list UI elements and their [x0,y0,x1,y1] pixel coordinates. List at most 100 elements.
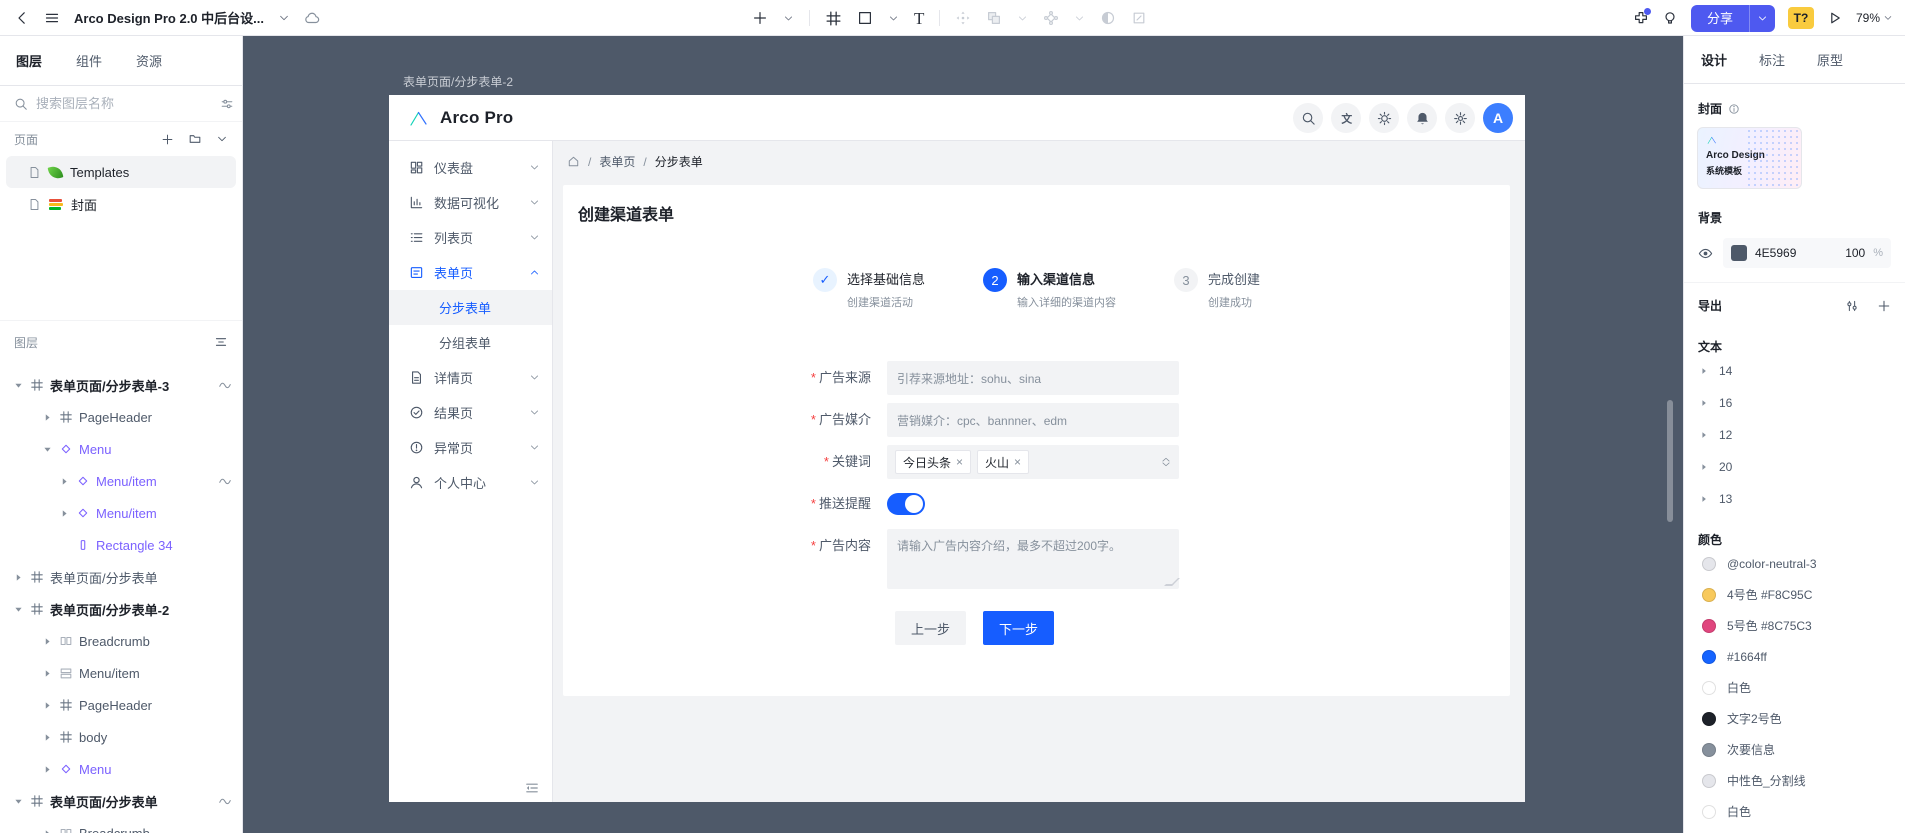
title-dropdown-icon[interactable] [278,12,290,24]
canvas-scrollbar[interactable] [1667,400,1673,522]
color-row[interactable]: 4号色 #F8C95C [1684,579,1905,610]
mock-language-icon[interactable]: 文 [1331,103,1361,133]
mock-menu-group-form[interactable]: 分组表单 [389,325,552,360]
ad-medium-input[interactable]: 营销媒介：cpc、bannner、edm [887,403,1179,437]
filter-icon[interactable] [220,97,234,111]
keyword-tag[interactable]: 今日头条× [895,450,971,474]
step-3[interactable]: 3 完成创建 创建成功 [1174,268,1260,310]
mock-theme-icon[interactable] [1369,103,1399,133]
step-1[interactable]: ✓ 选择基础信息 创建渠道活动 [813,268,925,310]
main-menu-icon[interactable] [44,10,60,26]
boolean-tool-icon[interactable] [986,10,1002,26]
mock-settings-icon[interactable] [1445,103,1475,133]
design-canvas[interactable]: 表单页面/分步表单-2 Arco Pro 文 A 仪表盘 数据可视化 [243,36,1683,833]
tag-close-icon[interactable]: × [956,455,963,469]
breadcrumb-item[interactable]: 分步表单 [655,153,703,170]
cloud-sync-icon[interactable] [304,10,320,26]
collapse-layers-icon[interactable] [214,335,228,349]
tab-prototype[interactable]: 原型 [1817,50,1843,69]
mock-menu-dataviz[interactable]: 数据可视化 [389,185,552,220]
text-size-row[interactable]: 20 [1684,451,1905,483]
mock-menu-form[interactable]: 表单页 [389,255,552,290]
share-dropdown-icon[interactable] [1749,5,1775,32]
home-icon[interactable] [567,155,580,168]
color-row[interactable]: 中性色_分割线 [1684,765,1905,796]
layer-row[interactable]: 表单页面/分步表单-3 [0,369,242,401]
mock-avatar[interactable]: A [1483,103,1513,133]
mock-menu-dashboard[interactable]: 仪表盘 [389,150,552,185]
layer-row[interactable]: Menu/item [0,497,242,529]
tab-design[interactable]: 设计 [1701,50,1727,69]
ad-content-textarea[interactable]: 请输入广告内容介绍，最多不超过200字。 [887,529,1179,589]
add-page-icon[interactable] [161,133,174,146]
keyword-tag[interactable]: 火山× [977,450,1029,474]
tab-components[interactable]: 组件 [76,51,102,70]
crop-tool-icon[interactable] [1131,10,1147,26]
prev-step-button[interactable]: 上一步 [895,611,966,645]
color-row[interactable]: 次要信息 [1684,734,1905,765]
layer-row[interactable]: PageHeader [0,689,242,721]
page-item-cover[interactable]: 封面 [6,188,236,220]
layer-row[interactable]: Rectangle 34 [0,529,242,561]
layer-row[interactable]: Breadcrumb [0,625,242,657]
mask-tool-icon[interactable] [1100,10,1116,26]
layer-row[interactable]: Menu/item [0,465,242,497]
export-settings-icon[interactable] [1845,299,1859,313]
text-size-row[interactable]: 16 [1684,387,1905,419]
visibility-eye-icon[interactable] [1698,246,1713,261]
pages-collapse-icon[interactable] [216,133,228,145]
search-input[interactable] [36,96,212,111]
resize-handle[interactable] [1164,578,1180,586]
insert-tool-icon[interactable] [752,10,768,26]
tag-close-icon[interactable]: × [1014,455,1021,469]
frame-tool-icon[interactable] [825,10,842,27]
color-row[interactable]: 白色 [1684,672,1905,703]
layer-row[interactable]: Breadcrumb [0,817,242,833]
mock-bell-icon[interactable] [1407,103,1437,133]
component-tool-icon[interactable] [1043,10,1059,26]
add-export-icon[interactable] [1877,299,1891,313]
boolean-dropdown-icon[interactable] [1017,13,1028,24]
back-icon[interactable] [14,10,30,26]
page-folder-icon[interactable] [188,132,202,146]
move-tool-icon[interactable] [955,10,971,26]
color-row[interactable]: #1664ff [1684,641,1905,672]
tag-expand-icon[interactable] [1161,457,1171,467]
mock-menu-user-center[interactable]: 个人中心 [389,465,552,500]
document-title[interactable]: Arco Design Pro 2.0 中后台设... [74,8,264,27]
text-size-row[interactable]: 12 [1684,419,1905,451]
text-tool-icon[interactable]: T [914,10,924,27]
breadcrumb-item[interactable]: 表单页 [599,153,635,170]
zoom-control[interactable]: 79% [1856,11,1893,25]
page-item-templates[interactable]: Templates [6,156,236,188]
mock-search-icon[interactable] [1293,103,1323,133]
insert-tool-dropdown-icon[interactable] [783,13,794,24]
user-avatar-badge[interactable]: T? [1788,7,1814,29]
cover-thumbnail[interactable]: Arco Design 系统模板 [1697,127,1802,189]
text-size-row[interactable]: 13 [1684,483,1905,515]
text-size-row[interactable]: 14 [1684,355,1905,387]
design-frame[interactable]: Arco Pro 文 A 仪表盘 数据可视化 列表页 表单页 分步表单 分组表单… [389,95,1525,802]
mock-menu-list[interactable]: 列表页 [389,220,552,255]
color-row[interactable]: 白色 [1684,796,1905,827]
color-hex-value[interactable]: 4E5969 [1755,246,1837,260]
info-icon[interactable] [1728,103,1740,115]
ad-source-input[interactable]: 引荐来源地址：sohu、sina [887,361,1179,395]
step-2[interactable]: 2 输入渠道信息 输入详细的渠道内容 [983,268,1116,310]
shape-tool-dropdown-icon[interactable] [888,13,899,24]
layer-row[interactable]: PageHeader [0,401,242,433]
layer-row[interactable]: body [0,721,242,753]
frame-label[interactable]: 表单页面/分步表单-2 [403,73,513,90]
tab-layers[interactable]: 图层 [16,51,42,70]
help-bulb-icon[interactable] [1662,10,1678,26]
color-swatch[interactable] [1731,245,1747,261]
color-row[interactable]: 文字2号色 [1684,703,1905,734]
color-row[interactable]: @color-neutral-3 [1684,548,1905,579]
mock-menu-detail[interactable]: 详情页 [389,360,552,395]
share-button[interactable]: 分享 [1691,5,1775,32]
layer-row[interactable]: Menu/item [0,657,242,689]
push-notify-switch[interactable] [887,493,925,515]
tab-annotate[interactable]: 标注 [1759,50,1785,69]
layer-row[interactable]: 表单页面/分步表单 [0,561,242,593]
background-color-field[interactable]: 4E5969 100 % [1723,238,1891,268]
